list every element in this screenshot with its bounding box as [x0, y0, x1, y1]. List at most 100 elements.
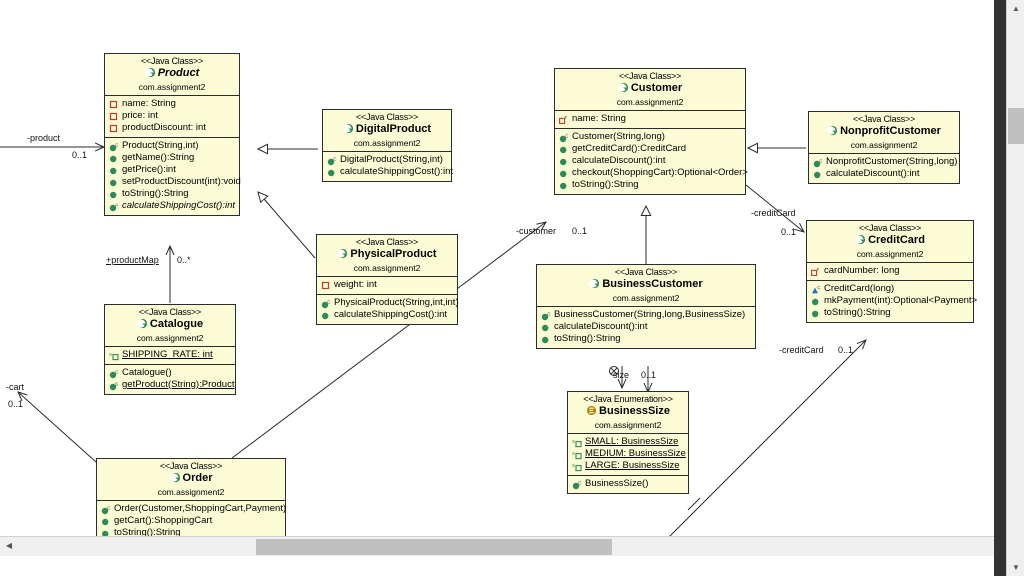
public-method-icon — [559, 181, 570, 191]
class-package: com.assignment2 — [850, 139, 918, 150]
method-row: calculateDiscount():int — [558, 155, 743, 167]
attribute-row: S SHIPPING_RATE: int — [108, 349, 233, 361]
class-box-nonprofitcustomer[interactable]: <<Java Class>> NonprofitCustomer com.ass… — [808, 111, 960, 184]
private-field-icon — [109, 100, 120, 110]
class-package: com.assignment2 — [353, 137, 421, 148]
class-box-physicalproduct[interactable]: <<Java Class>> PhysicalProduct com.assig… — [316, 234, 459, 325]
static-field-icon: S — [572, 438, 583, 448]
public-method-icon — [811, 309, 822, 319]
class-stereotype: <<Java Class>> — [138, 307, 202, 317]
constructor-icon: C — [327, 156, 338, 166]
method-text: calculateShippingCost():int — [334, 308, 448, 320]
vertical-scrollbar[interactable]: ▲ ▼ — [1006, 0, 1024, 576]
constructor-icon: C — [321, 299, 332, 309]
java-class-icon — [169, 472, 181, 487]
vertical-scroll-thumb[interactable] — [1008, 108, 1024, 144]
class-header: <<Java Class>> Catalogue com.assignment2 — [105, 305, 235, 347]
method-row: C Order(Customer,ShoppingCart,Payment) — [100, 503, 286, 515]
constructor-icon: C — [109, 142, 120, 152]
java-class-icon — [827, 125, 838, 140]
method-row: checkout(ShoppingCart):Optional<Order> — [558, 167, 748, 179]
package-constructor-icon: C — [811, 285, 822, 295]
attribute-text: name: String — [122, 97, 176, 109]
class-box-businesscustomer[interactable]: <<Java Class>> BusinessCustomer com.assi… — [536, 264, 756, 349]
method-row: getCreditCard():CreditCard — [558, 143, 743, 155]
method-row: C NonprofitCustomer(String,long) — [812, 156, 957, 168]
class-header: <<Java Class>> CreditCard com.assignment… — [807, 221, 973, 263]
method-text: checkout(ShoppingCart):Optional<Order> — [572, 166, 748, 178]
method-row: C PhysicalProduct(String,int,int) — [320, 297, 459, 309]
class-box-businesssize[interactable]: <<Java Enumeration>> BusinessSize com.as… — [567, 391, 689, 494]
class-header: <<Java Class>> Customer com.assignment2 — [555, 69, 745, 111]
class-box-catalogue[interactable]: <<Java Class>> Catalogue com.assignment2… — [104, 304, 236, 395]
method-row: C Product(String,int) — [108, 140, 237, 152]
class-name-text: CreditCard — [868, 234, 925, 247]
class-box-product[interactable]: <<Java Class>> Product com.assignment2 n… — [104, 53, 241, 216]
edge-label-product-role: -product — [27, 133, 61, 143]
static-field-icon: S — [572, 450, 583, 460]
public-method-icon — [327, 168, 338, 178]
scroll-down-arrow-icon[interactable]: ▼ — [1007, 559, 1024, 576]
method-row: toString():String — [810, 307, 971, 319]
attributes-section: weight: int — [317, 277, 457, 295]
public-method-icon — [109, 178, 120, 188]
method-text: calculateShippingCost():int — [340, 165, 454, 177]
class-name: DigitalProduct — [325, 123, 449, 138]
method-row: calculateShippingCost():int — [326, 166, 453, 178]
attribute-row: weight: int — [320, 279, 455, 291]
methods-section: C Catalogue() SgetProduct(String):Product — [105, 365, 235, 394]
method-text: BusinessSize() — [585, 477, 649, 489]
constructor-icon: C — [101, 505, 112, 515]
class-name: Product — [107, 67, 237, 82]
horizontal-scroll-thumb[interactable] — [256, 539, 612, 555]
static-field-icon: S — [572, 462, 583, 472]
public-method-icon — [109, 154, 120, 164]
edge-label-productmap-mult: 0..* — [177, 255, 191, 265]
public-method-icon — [541, 335, 552, 345]
class-header: <<Java Class>> BusinessCustomer com.assi… — [537, 265, 755, 307]
attribute-row: name: String — [108, 98, 237, 110]
method-text: CreditCard(long) — [824, 282, 895, 294]
method-text: NonprofitCustomer(String,long) — [826, 155, 958, 167]
class-package: com.assignment2 — [138, 81, 206, 92]
public-method-icon — [559, 169, 570, 179]
class-box-order[interactable]: <<Java Class>> Order com.assignment2 C Or… — [96, 458, 286, 543]
public-method-icon — [321, 311, 332, 321]
attribute-row: FcardNumber: long — [810, 265, 971, 277]
method-text: toString():String — [122, 187, 189, 199]
attribute-text: cardNumber: long — [824, 264, 900, 276]
svg-text:C: C — [107, 505, 110, 510]
method-text: Customer(String,long) — [572, 130, 665, 142]
class-name: Order — [99, 472, 283, 487]
class-box-customer[interactable]: <<Java Class>> Customer com.assignment2 … — [554, 68, 748, 195]
class-stereotype: <<Java Class>> — [355, 237, 419, 247]
class-box-creditcard[interactable]: <<Java Class>> CreditCard com.assignment… — [806, 220, 977, 323]
class-package: com.assignment2 — [856, 248, 924, 259]
class-box-digitalproduct[interactable]: <<Java Class>> DigitalProduct com.assign… — [322, 109, 453, 182]
svg-text:S: S — [572, 451, 575, 456]
svg-text:S: S — [572, 439, 575, 444]
public-method-icon — [109, 190, 120, 200]
public-method-icon — [813, 170, 824, 180]
class-stereotype: <<Java Class>> — [618, 71, 682, 81]
class-header: <<Java Class>> Order com.assignment2 — [97, 459, 285, 501]
diagram-canvas[interactable]: <<Java Class>> Product com.assignment2 n… — [0, 0, 1006, 556]
uml-diagram-window: <<Java Class>> Product com.assignment2 n… — [0, 0, 1024, 576]
class-name-text: BusinessSize — [599, 405, 670, 418]
java-class-icon — [343, 123, 354, 138]
method-text: setProductDiscount(int):void — [122, 175, 241, 187]
horizontal-scrollbar[interactable]: ◀ — [0, 536, 1006, 556]
scroll-up-arrow-icon[interactable]: ▲ — [1007, 0, 1024, 17]
svg-text:C: C — [115, 142, 118, 147]
attribute-text: MEDIUM: BusinessSize — [585, 447, 686, 459]
class-stereotype: <<Java Class>> — [140, 56, 204, 66]
private-final-field-icon: F — [559, 115, 570, 125]
edge-label-product-mult: 0..1 — [72, 150, 88, 160]
constructor-icon: C — [541, 311, 552, 321]
svg-text:C: C — [819, 158, 822, 163]
scroll-left-arrow-icon[interactable]: ◀ — [2, 537, 16, 555]
static-field-icon: S — [109, 351, 120, 361]
edge-label-size-role: size — [613, 370, 630, 380]
class-name: Customer — [557, 82, 743, 97]
class-stereotype: <<Java Class>> — [852, 114, 916, 124]
